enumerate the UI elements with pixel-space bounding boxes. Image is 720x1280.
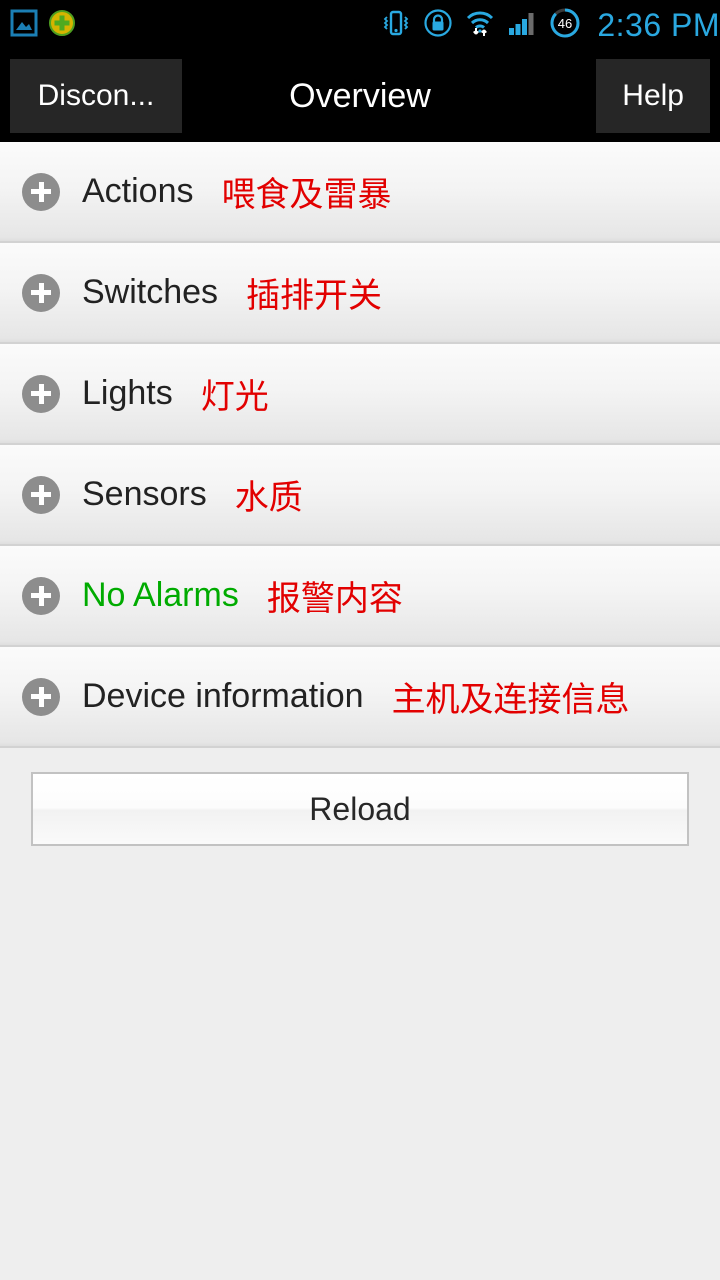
- list-item[interactable]: Actions 喂食及雷暴: [0, 142, 720, 243]
- list-item-label: Lights: [82, 374, 173, 412]
- status-bar-system-icons: 46: [381, 7, 591, 44]
- list-item-label: Actions: [82, 172, 194, 210]
- plus-circle-icon[interactable]: [22, 273, 60, 312]
- vibrate-icon: [381, 8, 411, 43]
- plus-circle-icon[interactable]: [22, 677, 60, 716]
- list-item-annotation: 水质: [234, 479, 303, 517]
- plus-circle-icon[interactable]: [22, 576, 60, 615]
- screen-lock-icon: [423, 8, 453, 43]
- list-item-annotation: 喂食及雷暴: [221, 176, 392, 214]
- plus-circle-icon[interactable]: [22, 475, 60, 514]
- gallery-image-icon: [10, 9, 38, 42]
- list-item[interactable]: No Alarms 报警内容: [0, 546, 720, 647]
- list-item-label: Sensors: [82, 475, 207, 513]
- battery-icon: 46: [549, 7, 581, 44]
- disconnect-button[interactable]: Discon...: [10, 59, 182, 133]
- list-item-label: No Alarms: [82, 576, 239, 614]
- action-bar: Discon... Overview Help: [0, 50, 720, 142]
- list-item-label: Device information: [82, 677, 364, 715]
- list-item[interactable]: Device information 主机及连接信息: [0, 647, 720, 748]
- signal-bars-icon: [507, 8, 537, 43]
- plus-circle-icon[interactable]: [22, 172, 60, 211]
- status-bar-notifications: [0, 9, 76, 42]
- status-bar[interactable]: 46 2:36 PM: [0, 0, 720, 50]
- footer: Reload: [0, 748, 720, 846]
- list-item[interactable]: Lights 灯光: [0, 344, 720, 445]
- list-item-annotation: 插排开关: [246, 277, 383, 315]
- battery-level-text: 46: [558, 16, 572, 31]
- wifi-data-icon: [465, 8, 495, 43]
- app-update-icon: [48, 9, 76, 42]
- list-item-label: Switches: [82, 273, 219, 311]
- list-item[interactable]: Sensors 水质: [0, 445, 720, 546]
- overview-list: Actions 喂食及雷暴 Switches 插排开关 Lights 灯光 Sensors 水…: [0, 142, 720, 748]
- list-item[interactable]: Switches 插排开关: [0, 243, 720, 344]
- plus-circle-icon[interactable]: [22, 374, 60, 413]
- status-bar-clock: 2:36 PM: [597, 7, 720, 43]
- list-item-annotation: 灯光: [200, 378, 269, 416]
- list-item-annotation: 报警内容: [266, 580, 403, 618]
- help-button[interactable]: Help: [596, 59, 710, 133]
- list-item-annotation: 主机及连接信息: [391, 681, 630, 719]
- reload-button[interactable]: Reload: [31, 772, 689, 846]
